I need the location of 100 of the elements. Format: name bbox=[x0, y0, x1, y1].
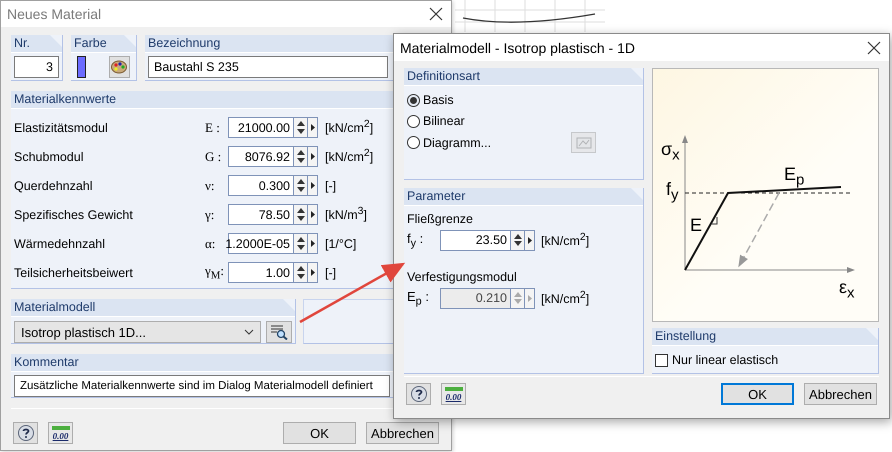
up-triangle-icon bbox=[296, 121, 304, 126]
help-icon bbox=[410, 385, 428, 403]
up-triangle-icon bbox=[514, 292, 522, 297]
group-header: Definitionsart bbox=[404, 68, 643, 86]
down-triangle-icon bbox=[296, 216, 304, 221]
down-triangle-icon bbox=[296, 186, 304, 192]
comment-field[interactable]: Zusätzliche Materialkennwerte sind im Dialog Materialmodell definiert bbox=[14, 375, 390, 397]
spin-button[interactable] bbox=[293, 175, 307, 196]
number-field[interactable]: 1.00 bbox=[228, 262, 293, 283]
axis-label: f$_{y}$ bbox=[666, 179, 678, 204]
name-field[interactable]: Baustahl S 235 bbox=[148, 56, 388, 78]
symbol-label: γ$_{M}$: bbox=[205, 263, 226, 282]
window-title: Materialmodell - Isotrop plastisch - 1D bbox=[400, 40, 635, 56]
spin-button[interactable] bbox=[293, 262, 307, 283]
help-button[interactable] bbox=[406, 383, 431, 405]
axis-label: ε$_{x}$ bbox=[838, 277, 854, 302]
right-triangle-icon bbox=[310, 211, 314, 218]
group-header: Nr. bbox=[11, 35, 62, 53]
unit-label: [kN/cm$^{2}$] bbox=[325, 119, 374, 136]
symbol-label: γ: bbox=[205, 206, 216, 222]
unit-label: [kN/cm$^{2}$] bbox=[541, 290, 590, 306]
right-triangle-icon bbox=[310, 240, 314, 247]
help-icon bbox=[16, 424, 34, 442]
radio-option[interactable]: Basis bbox=[407, 90, 454, 110]
diagram-icon bbox=[576, 136, 592, 148]
menu-arrow-button[interactable] bbox=[307, 204, 318, 225]
unit-label: [1/°C] bbox=[325, 236, 356, 250]
down-triangle-icon bbox=[296, 244, 304, 250]
dialog-button[interactable]: Abbrechen bbox=[804, 383, 877, 405]
symbol-label: E : bbox=[205, 120, 221, 136]
spin-button[interactable] bbox=[293, 117, 307, 138]
number-field[interactable]: 78.50 bbox=[228, 204, 293, 225]
spin-button[interactable] bbox=[293, 146, 307, 167]
unit-label: [-] bbox=[325, 266, 336, 280]
property-label: Wärmedehnzahl bbox=[14, 236, 106, 250]
chevron-icon bbox=[244, 329, 254, 335]
number-field[interactable]: 3 bbox=[14, 56, 59, 78]
window-title: Neues Material bbox=[7, 6, 102, 22]
group-header: Parameter bbox=[404, 188, 643, 206]
property-label: Teilsicherheitsbeiwert bbox=[14, 266, 134, 280]
right-triangle-icon bbox=[310, 124, 314, 131]
radio-option[interactable]: Diagramm... bbox=[407, 132, 492, 152]
palette-icon bbox=[111, 60, 128, 74]
details-button[interactable] bbox=[266, 321, 292, 343]
spin-button[interactable] bbox=[293, 204, 307, 225]
property-label: Spezifisches Gewicht bbox=[14, 208, 134, 222]
group-header: Farbe bbox=[71, 35, 136, 53]
radio-option[interactable]: Bilinear bbox=[407, 111, 465, 131]
number-field[interactable]: 8076.92 bbox=[228, 146, 293, 167]
menu-arrow-button[interactable] bbox=[524, 230, 535, 250]
close-icon[interactable] bbox=[429, 7, 443, 21]
up-triangle-icon bbox=[296, 179, 304, 184]
dialog-button[interactable]: Abbrechen bbox=[366, 422, 439, 444]
menu-arrow-button[interactable] bbox=[307, 146, 318, 167]
property-label: Elastizitätsmodul bbox=[14, 120, 109, 134]
menu-arrow-button[interactable] bbox=[307, 117, 318, 138]
help-button[interactable] bbox=[13, 422, 38, 444]
number-field[interactable]: 1.2000E-05 bbox=[228, 233, 293, 254]
spin-button[interactable] bbox=[510, 230, 524, 250]
right-triangle-icon bbox=[310, 182, 314, 189]
right-triangle-icon bbox=[310, 153, 314, 160]
curve-label: E$_{p}$ bbox=[784, 164, 804, 189]
color-swatch bbox=[77, 56, 86, 78]
dialog-button[interactable]: OK bbox=[283, 422, 356, 444]
symbol-label: f$_{y}$ : bbox=[407, 230, 424, 250]
curve-label: E bbox=[690, 215, 702, 236]
up-triangle-icon bbox=[296, 237, 304, 242]
number-field[interactable]: 21000.00 bbox=[228, 117, 293, 138]
group-header: Einstellung bbox=[652, 328, 878, 346]
menu-arrow-button[interactable] bbox=[307, 233, 318, 254]
parameter-label: Verfestigungsmodul bbox=[407, 270, 518, 284]
close-icon[interactable] bbox=[867, 40, 881, 54]
right-triangle-icon bbox=[310, 269, 314, 276]
unit-label: [kN/cm$^{2}$] bbox=[325, 148, 374, 165]
right-triangle-icon bbox=[528, 236, 532, 244]
down-triangle-icon bbox=[514, 299, 522, 304]
number-field[interactable]: 0.300 bbox=[228, 175, 293, 196]
menu-arrow-button[interactable] bbox=[307, 175, 318, 196]
symbol-label: α: bbox=[205, 236, 216, 252]
number-field[interactable]: 23.50 bbox=[440, 230, 510, 250]
down-triangle-icon bbox=[296, 158, 304, 163]
down-triangle-icon bbox=[514, 241, 522, 246]
menu-arrow-button[interactable] bbox=[307, 262, 318, 283]
axis-label: σ$_{x}$ bbox=[660, 139, 680, 164]
decimal-places-button[interactable]: 0.00 bbox=[48, 422, 73, 444]
spin-button[interactable] bbox=[293, 233, 307, 254]
symbol-label: G : bbox=[205, 148, 222, 164]
checkbox-option[interactable]: Nur linear elastisch bbox=[654, 353, 875, 367]
property-label: Querdehnzahl bbox=[14, 178, 94, 192]
dialog-button[interactable]: OK bbox=[721, 383, 794, 405]
up-triangle-icon bbox=[296, 208, 304, 214]
parameter-label: Fließgrenze bbox=[407, 212, 474, 226]
palette-button[interactable] bbox=[108, 56, 130, 78]
decimal-places-button[interactable]: 0.00 bbox=[441, 383, 466, 405]
search-icon bbox=[270, 324, 288, 340]
unit-label: [-] bbox=[325, 178, 336, 192]
symbol-label: E$_{p}$ : bbox=[407, 288, 430, 308]
up-triangle-icon bbox=[296, 266, 304, 272]
model-dropdown[interactable]: Isotrop plastisch 1D... bbox=[14, 321, 262, 343]
up-triangle-icon bbox=[296, 150, 304, 156]
